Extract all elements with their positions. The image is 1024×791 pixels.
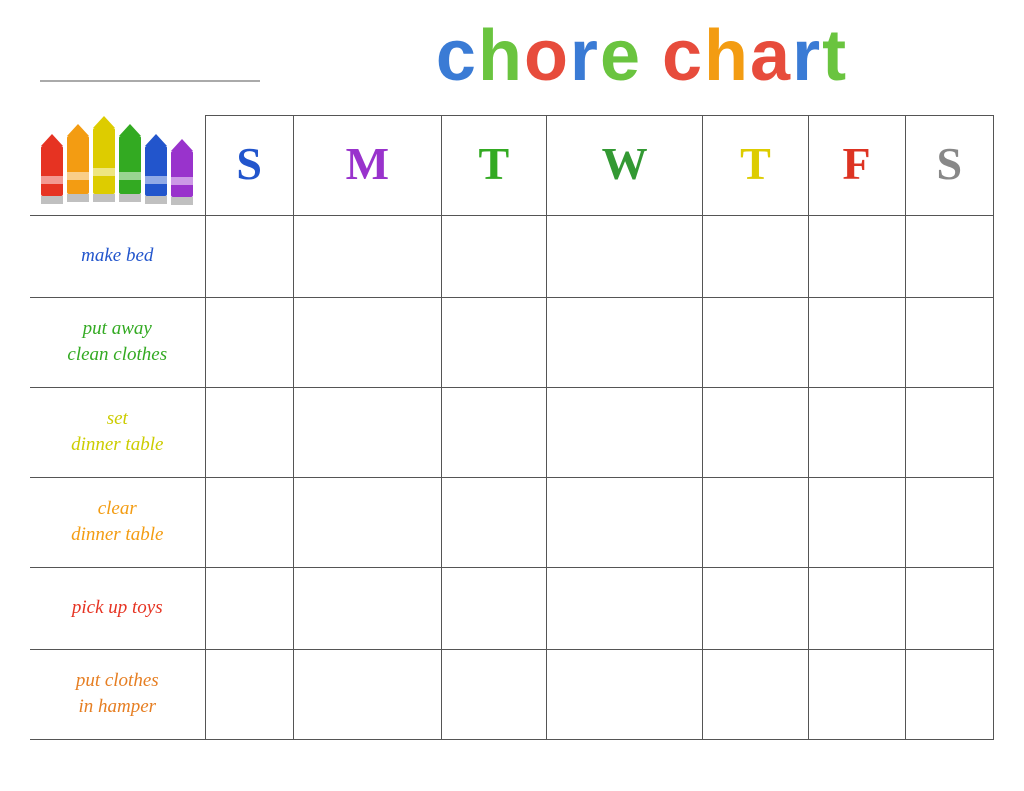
chore-row-put-clothes-hamper: put clothesin hamper [30, 649, 994, 739]
chore-row-pick-up-toys: pick up toys [30, 567, 994, 649]
cell-clear-dinner-T1 [441, 477, 546, 567]
crayon-orange [67, 124, 89, 209]
cell-put-clothes-T2 [703, 649, 808, 739]
cell-put-away-T2 [703, 297, 808, 387]
chore-label-set-dinner: setdinner table [30, 387, 205, 477]
cell-pick-up-W [547, 567, 703, 649]
crayon-green [119, 124, 141, 209]
crayon-red [41, 134, 63, 209]
cell-pick-up-M [293, 567, 441, 649]
chore-row-put-away: put awayclean clothes [30, 297, 994, 387]
cell-put-clothes-F [808, 649, 905, 739]
cell-put-clothes-T1 [441, 649, 546, 739]
cell-put-away-M [293, 297, 441, 387]
day-header-T2: T [703, 116, 808, 216]
day-header-F: F [808, 116, 905, 216]
chore-row-clear-dinner: cleardinner table [30, 477, 994, 567]
crayon-blue [145, 134, 167, 209]
page-title: chore chart [310, 20, 974, 92]
chore-label-pick-up-toys: pick up toys [30, 567, 205, 649]
cell-set-dinner-T1 [441, 387, 546, 477]
header: chore chart [30, 20, 994, 97]
cell-pick-up-S2 [905, 567, 994, 649]
cell-set-dinner-M [293, 387, 441, 477]
name-line [40, 62, 260, 82]
cell-set-dinner-F [808, 387, 905, 477]
cell-make-bed-T2 [703, 215, 808, 297]
day-header-T1: T [441, 116, 546, 216]
cell-pick-up-F [808, 567, 905, 649]
cell-set-dinner-S1 [205, 387, 293, 477]
day-header-S1: S [205, 116, 293, 216]
day-header-M: M [293, 116, 441, 216]
cell-clear-dinner-T2 [703, 477, 808, 567]
cell-make-bed-T1 [441, 215, 546, 297]
cell-put-away-S2 [905, 297, 994, 387]
cell-make-bed-M [293, 215, 441, 297]
cell-put-clothes-M [293, 649, 441, 739]
day-header-W: W [547, 116, 703, 216]
chore-row-make-bed: make bed [30, 215, 994, 297]
cell-put-clothes-S2 [905, 649, 994, 739]
cell-clear-dinner-W [547, 477, 703, 567]
header-row: S M T W T F S [30, 116, 994, 216]
cell-put-away-S1 [205, 297, 293, 387]
cell-put-away-F [808, 297, 905, 387]
crayon-purple [171, 139, 193, 209]
crayons-illustration [30, 116, 205, 209]
cell-put-away-T1 [441, 297, 546, 387]
cell-set-dinner-T2 [703, 387, 808, 477]
cell-make-bed-W [547, 215, 703, 297]
cell-clear-dinner-M [293, 477, 441, 567]
day-header-S2: S [905, 116, 994, 216]
chore-label-clear-dinner: cleardinner table [30, 477, 205, 567]
cell-set-dinner-S2 [905, 387, 994, 477]
cell-put-clothes-W [547, 649, 703, 739]
cell-set-dinner-W [547, 387, 703, 477]
cell-pick-up-T1 [441, 567, 546, 649]
cell-put-clothes-S1 [205, 649, 293, 739]
chore-label-put-away: put awayclean clothes [30, 297, 205, 387]
chore-label-make-bed: make bed [30, 215, 205, 297]
name-line-area [30, 62, 310, 92]
cell-pick-up-T2 [703, 567, 808, 649]
cell-clear-dinner-F [808, 477, 905, 567]
crayon-yellow [93, 116, 115, 209]
chore-row-set-dinner: setdinner table [30, 387, 994, 477]
cell-put-away-W [547, 297, 703, 387]
crayons-header [30, 116, 205, 216]
cell-make-bed-F [808, 215, 905, 297]
page: chore chart [0, 0, 1024, 791]
cell-make-bed-S1 [205, 215, 293, 297]
cell-clear-dinner-S1 [205, 477, 293, 567]
chore-label-put-clothes-hamper: put clothesin hamper [30, 649, 205, 739]
cell-clear-dinner-S2 [905, 477, 994, 567]
cell-make-bed-S2 [905, 215, 994, 297]
cell-pick-up-S1 [205, 567, 293, 649]
chore-table: S M T W T F S make bed [30, 115, 994, 740]
title-area: chore chart [310, 20, 994, 92]
